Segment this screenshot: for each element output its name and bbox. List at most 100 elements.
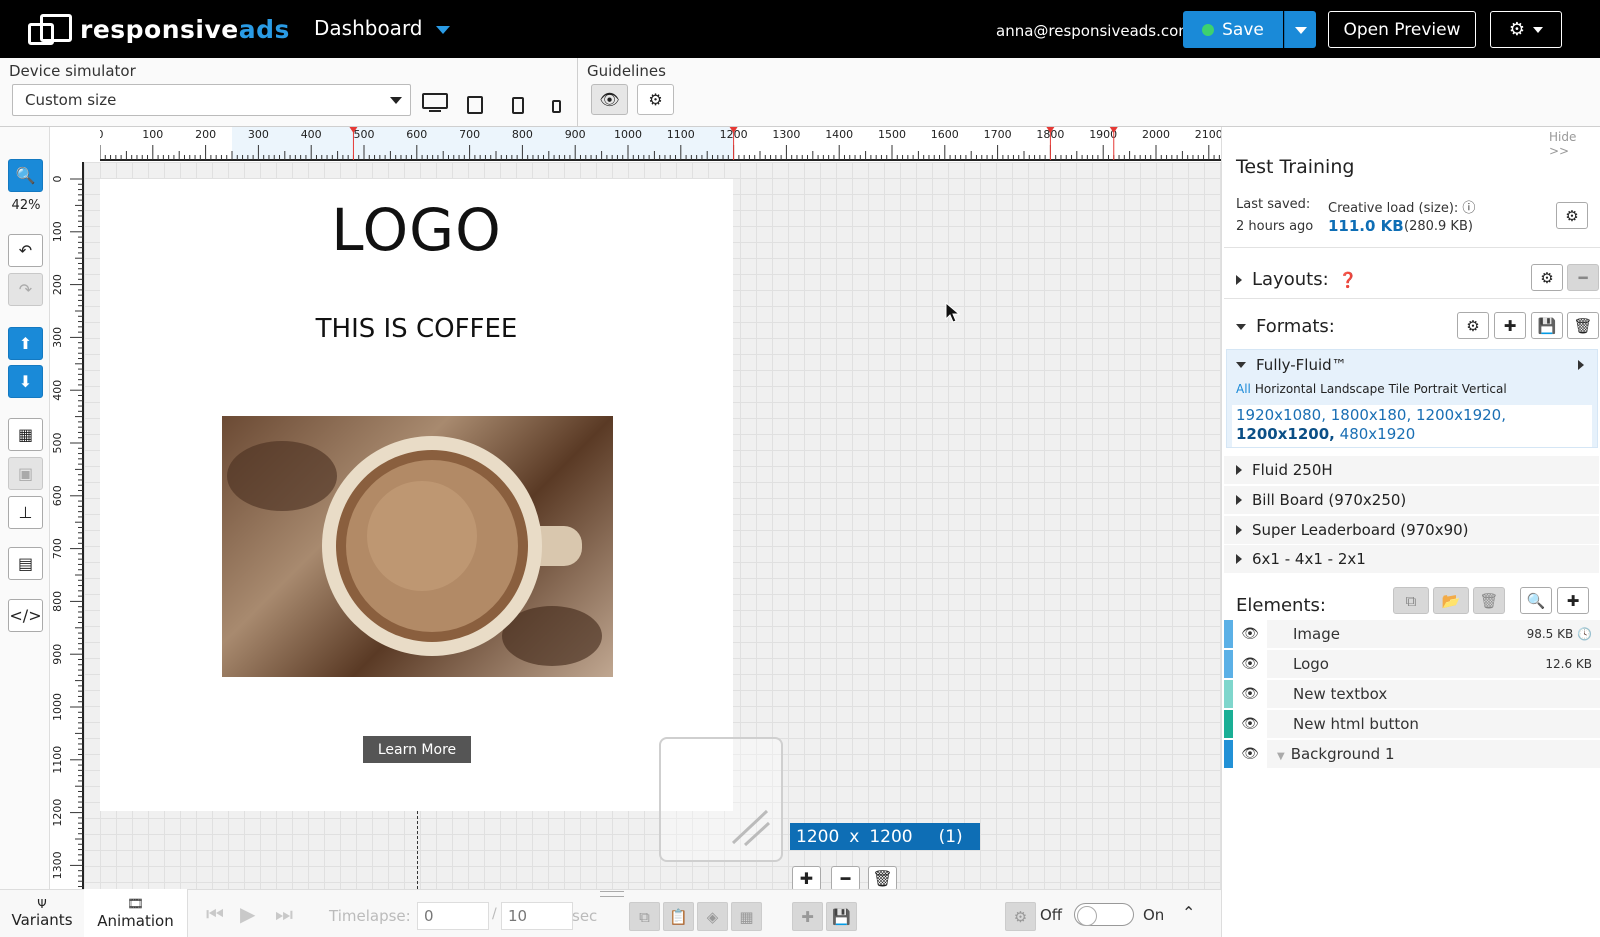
keyframe-grid-button[interactable]: ▦ [731, 902, 762, 931]
settings-menu-button[interactable]: ⚙ [1490, 11, 1562, 48]
add-format-button[interactable]: ✚ [1494, 312, 1526, 339]
grid-button[interactable]: ▦ [8, 418, 43, 451]
element-body[interactable]: New html button [1267, 710, 1600, 738]
format-fluid-250h[interactable]: Fluid 250H [1224, 456, 1599, 484]
eye-icon[interactable]: 👁 [1233, 686, 1267, 702]
tab-animation[interactable]: 🎞 Animation [84, 889, 188, 937]
formats-header[interactable]: Formats: [1236, 316, 1335, 337]
eye-icon[interactable]: 👁 [1233, 656, 1267, 672]
redo-button[interactable]: ↷ [8, 273, 43, 306]
format-label: Bill Board (970x250) [1252, 491, 1407, 509]
move-up-button[interactable]: ⬆ [8, 327, 43, 360]
user-email[interactable]: anna@responsiveads.com [996, 22, 1193, 40]
remove-size-button[interactable]: ━ [831, 866, 860, 891]
copy-keyframe-button[interactable]: ⧉ [629, 902, 660, 931]
layouts-header[interactable]: Layouts: ❓ [1236, 269, 1357, 290]
search-elements-button[interactable]: 🔍 [1520, 587, 1552, 614]
format-super-leaderboard[interactable]: Super Leaderboard (970x90) [1224, 516, 1599, 544]
delete-size-button[interactable]: 🗑 [868, 866, 897, 891]
chevron-up-icon[interactable]: ⌃ [1182, 903, 1195, 922]
element-row-textbox[interactable]: 👁 New textbox [1224, 680, 1600, 708]
save-keyframe-button[interactable]: 💾 [826, 902, 857, 931]
move-down-button[interactable]: ⬇ [8, 365, 43, 398]
expand-right-icon[interactable] [1578, 358, 1584, 374]
element-row-background[interactable]: 👁 ▼ Background 1 [1224, 740, 1600, 768]
component-button[interactable]: ▣ [8, 457, 43, 490]
add-keyframe-button[interactable]: ✚ [792, 902, 823, 931]
skip-back-icon[interactable]: ⏮ [206, 902, 224, 926]
delete-format-button[interactable]: 🗑 [1567, 312, 1599, 339]
phone-icon[interactable] [512, 97, 526, 115]
timeline-drag-handle[interactable] [600, 891, 624, 897]
element-body[interactable]: Image 98.5 KB 🕓 [1267, 620, 1600, 648]
zoom-button[interactable]: 🔍 [8, 159, 43, 192]
desktop-icon[interactable] [420, 90, 450, 116]
save-button[interactable]: Save [1183, 11, 1283, 48]
save-format-button[interactable]: 💾 [1531, 312, 1563, 339]
size-count: (1) [938, 826, 963, 847]
device-select[interactable]: Custom size [12, 84, 411, 116]
guidelines-settings-button[interactable]: ⚙ [637, 84, 674, 115]
tablet-icon[interactable] [467, 96, 485, 116]
project-settings-button[interactable]: ⚙ [1556, 202, 1588, 229]
filter-horizontal[interactable]: Horizontal [1255, 382, 1316, 396]
brand-logo[interactable]: responsiveads [26, 12, 290, 46]
add-size-button[interactable]: ✚ [792, 866, 821, 891]
formats-settings-button[interactable]: ⚙ [1457, 312, 1489, 339]
info-icon[interactable]: ⓘ [1462, 201, 1475, 216]
add-element-button[interactable]: ✚ [1557, 587, 1589, 614]
hide-panel-link[interactable]: Hide >> [1549, 130, 1600, 158]
group-element-button[interactable]: 📂 [1433, 587, 1469, 614]
duplicate-element-button[interactable]: ⧉ [1393, 587, 1429, 614]
element-body[interactable]: ▼ Background 1 [1267, 740, 1600, 768]
chevron-down-icon[interactable] [436, 26, 450, 34]
chevron-down-icon[interactable]: ▼ [1277, 751, 1285, 762]
ad-logo-text[interactable]: LOGO [100, 196, 733, 264]
delete-element-button[interactable]: 🗑 [1473, 587, 1505, 614]
eye-icon[interactable]: 👁 [1233, 626, 1267, 642]
filter-portrait[interactable]: Portrait [1414, 382, 1458, 396]
code-button[interactable]: </> [8, 599, 43, 632]
open-preview-button[interactable]: Open Preview [1328, 11, 1476, 48]
dashboard-menu[interactable]: Dashboard [314, 16, 423, 40]
eye-icon[interactable]: 👁 [1233, 746, 1267, 762]
element-body[interactable]: Logo 12.6 KB [1267, 650, 1600, 678]
filter-vertical[interactable]: Vertical [1462, 382, 1507, 396]
paste-keyframe-button[interactable]: 📋 [663, 902, 694, 931]
learn-more-button[interactable]: Learn More [363, 736, 471, 763]
format-6x1[interactable]: 6x1 - 4x1 - 2x1 [1224, 545, 1599, 573]
layouts-settings-button[interactable]: ⚙ [1531, 264, 1563, 291]
fully-fluid-header[interactable]: Fully-Fluid™ [1236, 356, 1347, 374]
skip-forward-icon[interactable]: ⏭ [275, 902, 293, 926]
format-billboard[interactable]: Bill Board (970x250) [1224, 486, 1599, 514]
keyframe-option-button[interactable]: ◈ [697, 902, 728, 931]
ad-coffee-image[interactable] [222, 416, 613, 677]
animation-toggle[interactable] [1074, 903, 1134, 926]
element-row-image[interactable]: 👁 Image 98.5 KB 🕓 [1224, 620, 1600, 648]
element-row-logo[interactable]: 👁 Logo 12.6 KB [1224, 650, 1600, 678]
element-row-html-button[interactable]: 👁 New html button [1224, 710, 1600, 738]
horizontal-ruler[interactable]: 0100200300400500600700800900100011001200… [100, 127, 1221, 162]
ad-subtitle-text[interactable]: THIS IS COFFEE [100, 314, 733, 344]
filter-landscape[interactable]: Landscape [1320, 382, 1384, 396]
filter-tile[interactable]: Tile [1389, 382, 1410, 396]
template-button[interactable]: ▤ [8, 547, 43, 580]
element-body[interactable]: New textbox [1267, 680, 1600, 708]
layouts-collapse-button[interactable]: ━ [1567, 264, 1599, 291]
eye-icon[interactable]: 👁 [1233, 716, 1267, 732]
timelapse-start-input[interactable]: 0 [417, 902, 489, 930]
small-phone-icon[interactable] [552, 100, 564, 116]
vertical-ruler[interactable]: 0 100 200 300 400 500 600 700 800 900 1000 1100 1200… [50, 162, 84, 889]
format-sizes-list[interactable]: 1920x1080, 1800x180, 1200x1920, 1200x120… [1236, 406, 1592, 444]
hierarchy-button[interactable]: ⊥ [8, 496, 43, 529]
undo-button[interactable]: ↶ [8, 234, 43, 267]
guidelines-visibility-button[interactable]: 👁 [591, 84, 628, 115]
save-dropdown-button[interactable] [1284, 11, 1316, 48]
resize-handle[interactable] [659, 737, 783, 862]
help-icon[interactable]: ❓ [1339, 271, 1358, 289]
play-icon[interactable]: ▶ [240, 902, 255, 926]
animation-settings-button[interactable]: ⚙ [1005, 902, 1036, 931]
tab-variants[interactable]: Ψ Variants [0, 889, 84, 937]
timelapse-total-input[interactable]: 10 [501, 902, 573, 930]
filter-all[interactable]: All [1236, 382, 1251, 396]
